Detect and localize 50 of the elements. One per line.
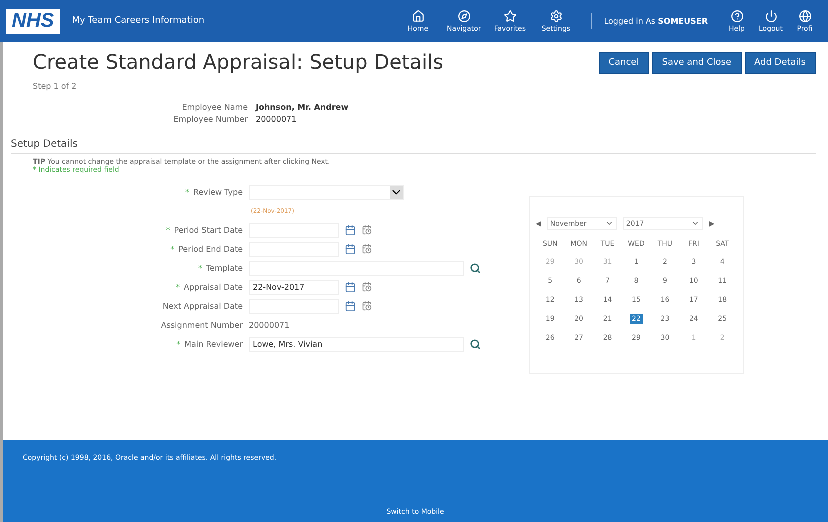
date-picker-icon[interactable] — [362, 225, 372, 235]
compass-icon — [458, 10, 471, 22]
employee-value: 20000071 — [256, 115, 298, 124]
home-icon — [412, 10, 425, 22]
settings-icon — [550, 10, 563, 22]
nhs-logo: NHS — [6, 8, 60, 34]
required-marker: * — [186, 188, 190, 196]
employee-label: Employee Name — [181, 103, 248, 112]
calendar-icon[interactable] — [345, 244, 356, 254]
step-indicator: Step 1 of 2 — [33, 82, 78, 91]
date-picker-icon[interactable] — [362, 282, 372, 292]
dropdown-icon — [390, 186, 403, 198]
globe-icon — [798, 10, 812, 22]
field-label: * Period Start Date — [165, 226, 243, 234]
dropdown-icon — [605, 219, 614, 228]
lookup-field[interactable]: Lowe, Mrs. Vivian — [249, 336, 464, 352]
field-label: * Main Reviewer — [176, 340, 243, 348]
calendar-icon[interactable] — [345, 224, 356, 236]
star-icon — [504, 10, 517, 22]
date-field[interactable]: 22-Nov-2017 — [249, 280, 339, 294]
required-marker: * — [198, 264, 202, 272]
search-icon[interactable] — [470, 262, 481, 274]
calendar-icon[interactable] — [345, 282, 356, 292]
app-title: My Team Careers Information — [72, 16, 206, 26]
field-label: Assignment Number — [160, 320, 243, 330]
required-marker: * — [176, 282, 180, 292]
power-icon — [764, 10, 778, 22]
page-title: Create Standard Appraisal: Setup Details — [33, 50, 444, 74]
field-label: Next Appraisal Date — [162, 302, 243, 310]
date-picker-icon[interactable] — [362, 244, 372, 254]
employee-value: Johnson, Mr. Andrew — [256, 103, 350, 112]
dropdown-icon — [691, 219, 700, 228]
field-value: 20000071 — [249, 320, 291, 330]
field-label: * Appraisal Date — [175, 282, 243, 292]
field-label: * Period End Date — [170, 244, 243, 254]
section-title: Setup Details — [11, 139, 816, 154]
field-label: * Template — [197, 264, 243, 272]
required-marker: * — [176, 340, 181, 348]
action-button[interactable]: Save and Close — [652, 52, 742, 74]
employee-label: Employee Number — [172, 115, 248, 124]
date-picker-icon[interactable] — [362, 301, 372, 311]
field-label: * Review Type — [184, 188, 243, 196]
logged-in-text: Logged in As SOMEUSER — [604, 16, 708, 26]
action-button[interactable]: Cancel — [598, 52, 650, 74]
calendar-icon[interactable] — [345, 300, 356, 312]
search-icon[interactable] — [470, 338, 481, 350]
action-button[interactable]: Add Details — [744, 52, 816, 74]
required-marker: * — [166, 226, 170, 234]
required-marker: * — [170, 244, 175, 254]
help-icon — [730, 10, 744, 22]
